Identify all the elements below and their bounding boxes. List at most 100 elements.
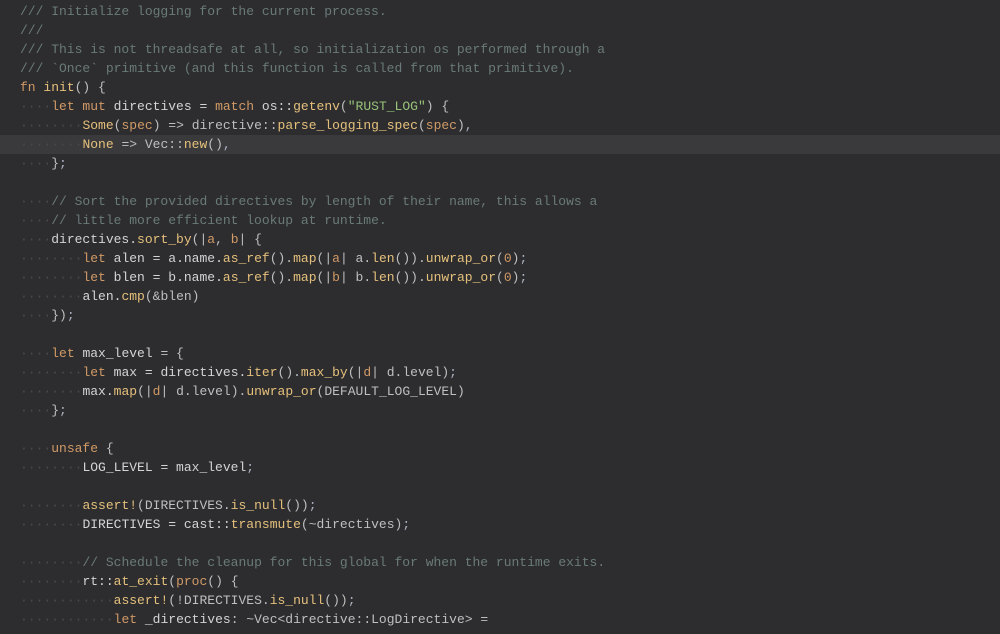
token-fnname: sort_by: [137, 232, 192, 247]
code-line[interactable]: ········let max = directives.iter().max_…: [0, 363, 1000, 382]
token-ident: = directives.: [145, 365, 246, 380]
code-line[interactable]: ············assert!(!DIRECTIVES.is_null(…: [0, 591, 1000, 610]
indent-guide: ····: [20, 137, 51, 152]
code-line[interactable]: ····unsafe {: [0, 439, 1000, 458]
code-line[interactable]: ········LOG_LEVEL = max_level;: [0, 458, 1000, 477]
token-comment: /// `Once` primitive (and this function …: [20, 61, 574, 76]
indent-guide: ····: [20, 517, 51, 532]
token-punc: : ~Vec<directive::LogDirective> =: [231, 612, 488, 627]
token-fnname: None: [82, 137, 113, 152]
token-fnname: map: [293, 270, 316, 285]
code-editor[interactable]: /// Initialize logging for the current p…: [0, 0, 1000, 634]
indent-guide: ····: [20, 194, 51, 209]
token-kw: let mut: [51, 99, 113, 114]
code-line[interactable]: ········Some(spec) => directive::parse_l…: [0, 116, 1000, 135]
token-fnname: as_ref: [223, 270, 270, 285]
token-ident: blen: [114, 270, 153, 285]
token-punc: (|: [137, 384, 153, 399]
token-punc: (|: [317, 270, 333, 285]
token-kw: let: [82, 251, 113, 266]
token-fnname: len: [371, 270, 394, 285]
code-line[interactable]: ····let mut directives = match os::geten…: [0, 97, 1000, 116]
code-line[interactable]: ///: [0, 21, 1000, 40]
token-semi: ,: [465, 118, 473, 133]
indent-guide: ····: [20, 365, 51, 380]
token-fnname: cmp: [121, 289, 144, 304]
token-op: =: [199, 99, 215, 114]
token-punc: (: [496, 251, 504, 266]
token-ident: max: [114, 365, 145, 380]
code-line[interactable]: ········let alen = a.name.as_ref().map(|…: [0, 249, 1000, 268]
code-line[interactable]: [0, 325, 1000, 344]
code-line[interactable]: [0, 173, 1000, 192]
indent-guide: ····: [51, 498, 82, 513]
token-fnname: init: [43, 80, 74, 95]
code-line[interactable]: ············let _directives: ~Vec<direct…: [0, 610, 1000, 629]
indent-guide: ····: [20, 593, 51, 608]
code-line[interactable]: ········// Schedule the cleanup for this…: [0, 553, 1000, 572]
token-punc: (DEFAULT_LOG_LEVEL): [317, 384, 465, 399]
indent-guide: ····: [51, 612, 82, 627]
code-line[interactable]: [0, 534, 1000, 553]
token-semi: ,: [223, 137, 231, 152]
token-punc: }: [51, 403, 59, 418]
token-punc: (: [418, 118, 426, 133]
token-punc: (!DIRECTIVES.: [168, 593, 269, 608]
token-comment: // Sort the provided directives by lengt…: [51, 194, 597, 209]
code-line[interactable]: ····// little more efficient lookup at r…: [0, 211, 1000, 230]
token-ident: max.: [82, 384, 113, 399]
code-line[interactable]: ········max.map(|d| d.level).unwrap_or(D…: [0, 382, 1000, 401]
token-fnname: is_null: [270, 593, 325, 608]
code-line[interactable]: ········let blen = b.name.as_ref().map(|…: [0, 268, 1000, 287]
token-kw: let: [82, 270, 113, 285]
code-line[interactable]: ····});: [0, 306, 1000, 325]
code-line[interactable]: ····};: [0, 401, 1000, 420]
code-line[interactable]: ····};: [0, 154, 1000, 173]
token-kw: proc: [176, 574, 207, 589]
token-punc: ) => directive::: [153, 118, 278, 133]
indent-guide: ····: [51, 517, 82, 532]
token-fnname: Some: [82, 118, 113, 133]
code-line[interactable]: ········DIRECTIVES = cast::transmute(~di…: [0, 515, 1000, 534]
code-line[interactable]: ····directives.sort_by(|a, b| {: [0, 230, 1000, 249]
token-semi: ;: [246, 460, 254, 475]
token-fnname: max_by: [301, 365, 348, 380]
token-punc: ()).: [395, 270, 426, 285]
token-fnname: map: [114, 384, 137, 399]
code-line[interactable]: ········assert!(DIRECTIVES.is_null());: [0, 496, 1000, 515]
token-str: "RUST_LOG": [348, 99, 426, 114]
token-punc: ) {: [426, 99, 449, 114]
code-line[interactable]: ········alen.cmp(&blen): [0, 287, 1000, 306]
token-semi: ;: [59, 156, 67, 171]
indent-guide: ····: [82, 612, 113, 627]
token-fnname: iter: [246, 365, 277, 380]
token-param: a: [207, 232, 215, 247]
token-punc: {: [106, 441, 114, 456]
code-line[interactable]: fn init() {: [0, 78, 1000, 97]
code-line[interactable]: ········rt::at_exit(proc() {: [0, 572, 1000, 591]
code-line[interactable]: /// This is not threadsafe at all, so in…: [0, 40, 1000, 59]
token-punc: (~directives): [301, 517, 402, 532]
token-ident: directives.: [51, 232, 137, 247]
code-line[interactable]: ········None => Vec::new(),: [0, 135, 1000, 154]
indent-guide: ····: [20, 232, 51, 247]
token-ident: os::: [262, 99, 293, 114]
token-punc: | d.level).: [160, 384, 246, 399]
token-punc: (: [496, 270, 504, 285]
code-line[interactable]: [0, 420, 1000, 439]
code-line[interactable]: ····let max_level = {: [0, 344, 1000, 363]
code-line[interactable]: [0, 477, 1000, 496]
token-punc: ().: [278, 365, 301, 380]
token-ident: max_level: [82, 346, 160, 361]
token-punc: ): [457, 118, 465, 133]
token-kw: unsafe: [51, 441, 106, 456]
token-punc: ()).: [395, 251, 426, 266]
code-line[interactable]: ····// Sort the provided directives by l…: [0, 192, 1000, 211]
indent-guide: ····: [20, 251, 51, 266]
token-fnname: is_null: [231, 498, 286, 513]
code-line[interactable]: /// Initialize logging for the current p…: [0, 2, 1000, 21]
token-num: 0: [504, 251, 512, 266]
code-line[interactable]: /// `Once` primitive (and this function …: [0, 59, 1000, 78]
token-kw: let: [82, 365, 113, 380]
token-semi: ;: [309, 498, 317, 513]
